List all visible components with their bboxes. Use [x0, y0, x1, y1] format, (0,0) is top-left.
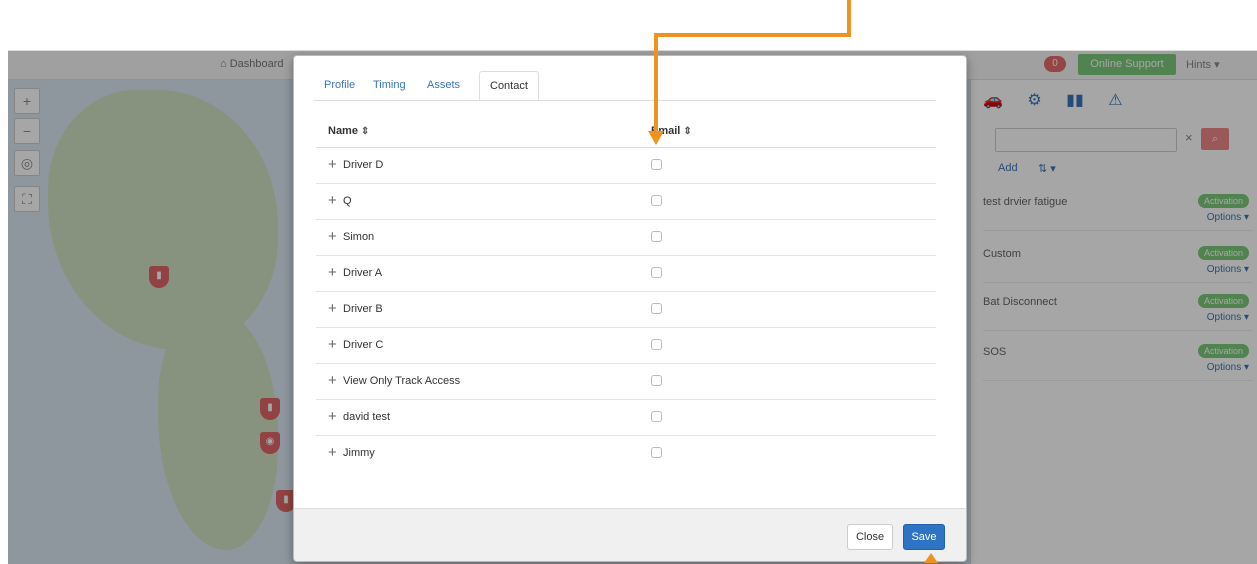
contact-name: Simon	[343, 231, 375, 243]
modal-footer: Close Save	[294, 508, 966, 561]
contact-name: Driver D	[343, 159, 384, 171]
email-checkbox[interactable]	[651, 303, 662, 314]
table-row: + Driver C	[316, 328, 936, 364]
expand-plus-icon[interactable]: +	[328, 229, 337, 244]
contact-name: Driver C	[343, 339, 384, 351]
email-checkbox[interactable]	[651, 411, 662, 422]
sort-icon: ⇕	[360, 126, 370, 137]
annotation-line	[847, 0, 851, 36]
table-row: + Jimmy	[316, 436, 936, 471]
table-row: + david test	[316, 400, 936, 436]
expand-plus-icon[interactable]: +	[328, 265, 337, 280]
expand-plus-icon[interactable]: +	[328, 301, 337, 316]
save-button[interactable]: Save	[903, 524, 945, 550]
email-checkbox[interactable]	[651, 375, 662, 386]
arrow-head-icon	[924, 553, 938, 563]
arrow-head-icon	[648, 131, 664, 145]
table-row: + Driver B	[316, 292, 936, 328]
email-checkbox[interactable]	[651, 447, 662, 458]
email-checkbox[interactable]	[651, 339, 662, 350]
tab-assets[interactable]: Assets	[427, 71, 460, 99]
expand-plus-icon[interactable]: +	[328, 193, 337, 208]
annotation-line	[654, 33, 658, 133]
close-button[interactable]: Close	[847, 524, 893, 550]
modal-tabs: Profile Timing Assets Contact	[314, 71, 936, 101]
expand-plus-icon[interactable]: +	[328, 445, 337, 460]
tab-timing[interactable]: Timing	[373, 71, 406, 99]
expand-plus-icon[interactable]: +	[328, 373, 337, 388]
table-row: + Driver D	[316, 148, 936, 184]
contact-name: Driver A	[343, 267, 383, 279]
expand-plus-icon[interactable]: +	[328, 409, 337, 424]
tab-profile[interactable]: Profile	[324, 71, 355, 99]
table-row: + Simon	[316, 220, 936, 256]
contact-name: david test	[343, 411, 391, 423]
contact-name: Driver B	[343, 303, 383, 315]
email-checkbox[interactable]	[651, 195, 662, 206]
annotation-line	[654, 33, 851, 37]
contact-name: View Only Track Access	[343, 375, 461, 387]
table-header: Name ⇕ Email ⇕	[316, 114, 936, 148]
sort-icon: ⇕	[683, 126, 692, 137]
contacts-table: Name ⇕ Email ⇕ + Driver D + Q + Simon + Dr…	[316, 114, 936, 471]
contact-name: Jimmy	[343, 447, 375, 459]
expand-plus-icon[interactable]: +	[328, 337, 337, 352]
contact-name: Q	[343, 195, 352, 207]
table-row: + Driver A	[316, 256, 936, 292]
expand-plus-icon[interactable]: +	[328, 157, 337, 172]
table-row: + Q	[316, 184, 936, 220]
tab-contact[interactable]: Contact	[479, 71, 539, 100]
name-column-header[interactable]: Name ⇕	[328, 125, 369, 137]
email-checkbox[interactable]	[651, 231, 662, 242]
email-checkbox[interactable]	[651, 159, 662, 170]
contact-modal: Profile Timing Assets Contact Name ⇕ Emai…	[293, 55, 967, 562]
name-header-label: Name	[328, 125, 358, 137]
table-row: + View Only Track Access	[316, 364, 936, 400]
email-checkbox[interactable]	[651, 267, 662, 278]
